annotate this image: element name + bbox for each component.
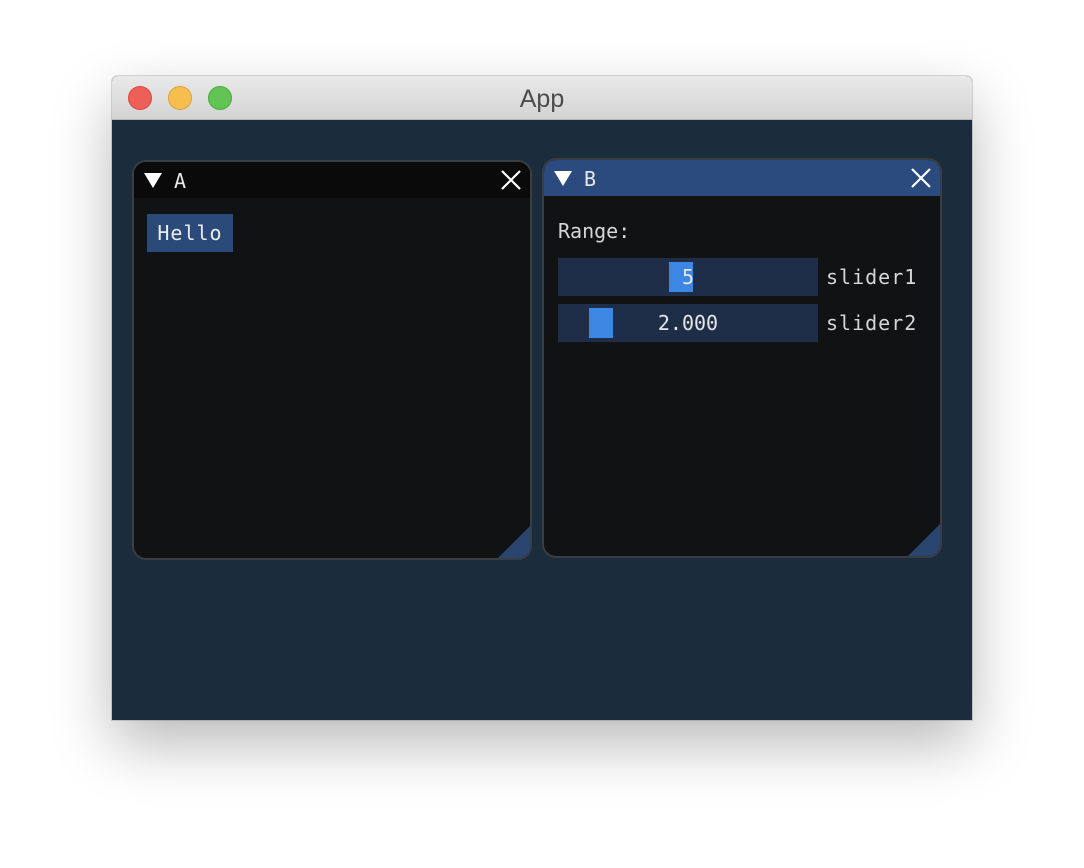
resize-grip-icon[interactable]: [908, 524, 940, 556]
collapse-triangle-icon[interactable]: [554, 171, 572, 186]
slider1-value: 5: [681, 265, 695, 289]
slider2-float[interactable]: 2.000: [558, 304, 818, 342]
range-label: Range:: [558, 219, 631, 243]
app-content: A Hello B Range: 5 slider1 2.000 slider2: [112, 120, 972, 720]
slider1-int[interactable]: 5: [558, 258, 818, 296]
close-icon[interactable]: [908, 165, 934, 191]
slider2-value: 2.000: [657, 311, 719, 335]
close-icon[interactable]: [498, 167, 524, 193]
collapse-triangle-icon[interactable]: [144, 173, 162, 188]
window-a-body: Hello: [134, 198, 530, 558]
window-b: B Range: 5 slider1 2.000 slider2: [542, 158, 942, 558]
hello-button[interactable]: Hello: [147, 214, 233, 252]
app-titlebar[interactable]: App: [112, 76, 972, 120]
window-a: A Hello: [132, 160, 532, 560]
app-window: App A Hello B Range: 5 slider1 2.000 sli…: [112, 76, 972, 720]
app-title: App: [519, 85, 565, 113]
window-b-body: Range: 5 slider1 2.000 slider2: [544, 196, 940, 556]
window-b-titlebar[interactable]: B: [544, 160, 940, 196]
slider2-label: slider2: [826, 311, 918, 335]
slider1-label: slider1: [826, 265, 918, 289]
window-a-title: A: [174, 169, 187, 193]
window-a-titlebar[interactable]: A: [134, 162, 530, 198]
window-b-title: B: [584, 167, 597, 191]
resize-grip-icon[interactable]: [498, 526, 530, 558]
